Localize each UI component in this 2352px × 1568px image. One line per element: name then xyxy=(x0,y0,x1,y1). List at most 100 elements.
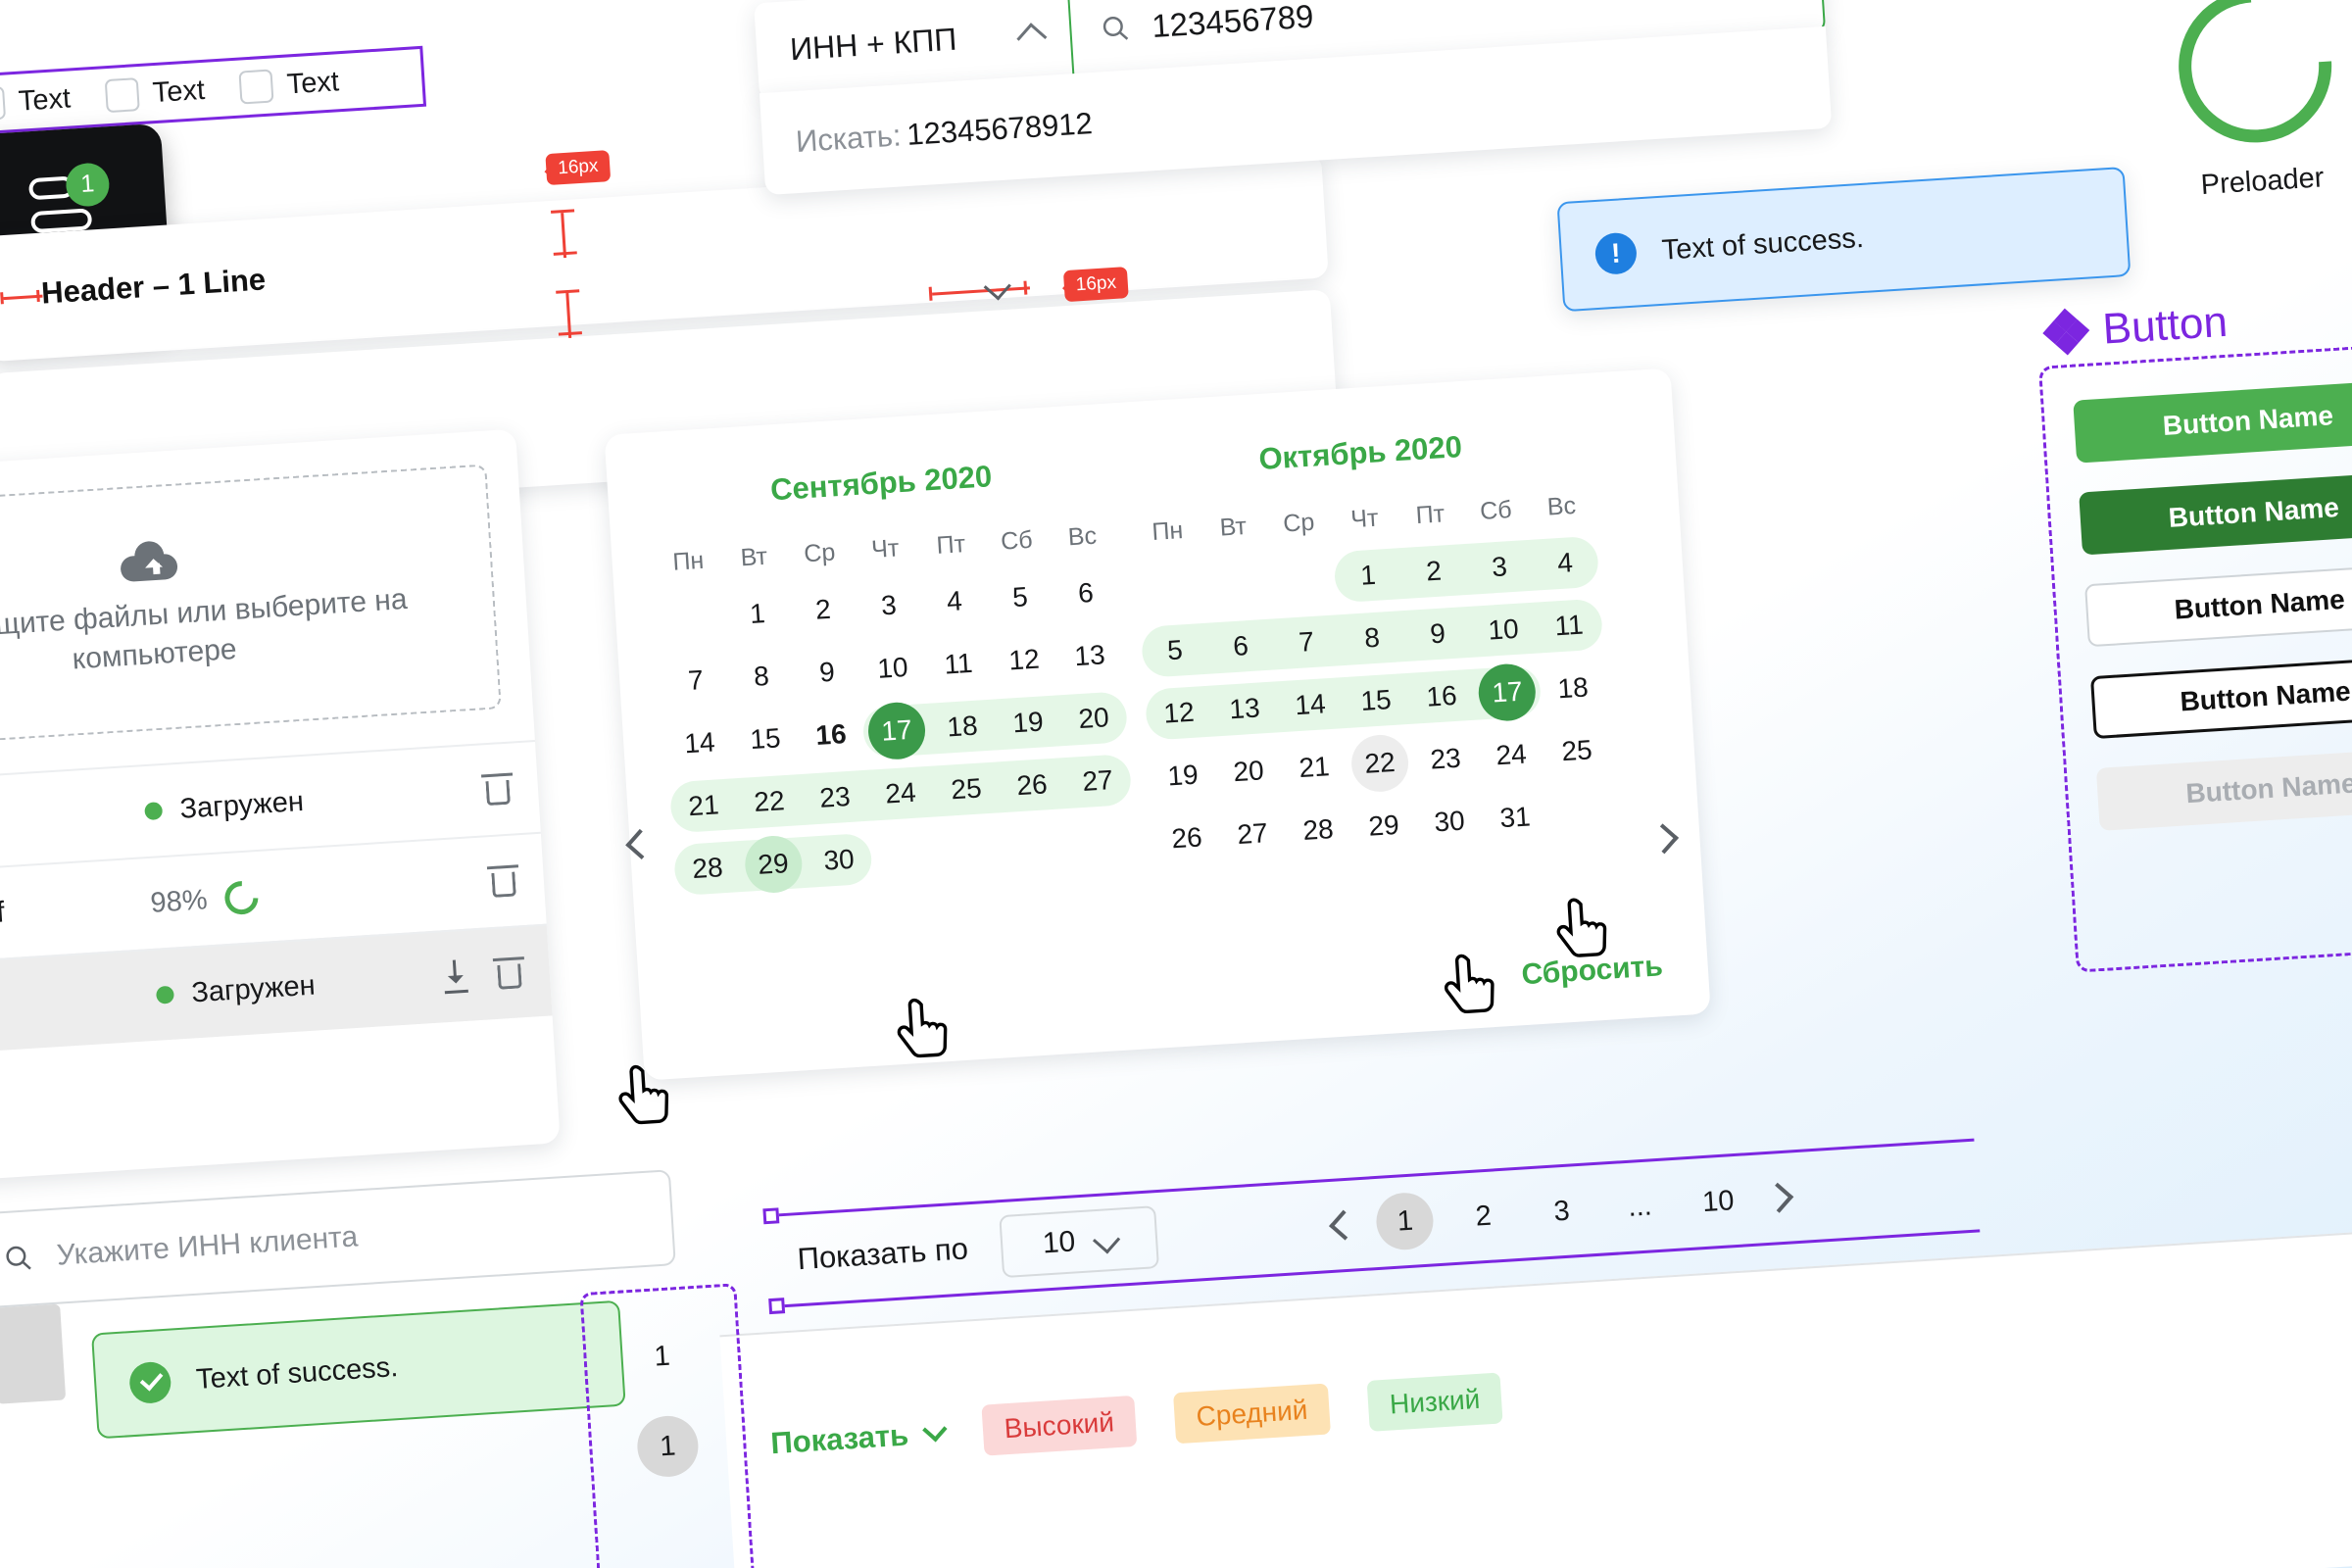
calendar-day-selected[interactable]: 17 xyxy=(862,701,932,761)
calendar-day[interactable]: 29 xyxy=(1349,796,1419,857)
calendar-day[interactable]: 6 xyxy=(1052,563,1121,623)
file-name: файла 3.pdf xyxy=(0,795,146,849)
calendar-day[interactable]: 18 xyxy=(928,697,998,758)
calendar-day[interactable]: 27 xyxy=(1218,804,1288,864)
calendar-day[interactable]: 21 xyxy=(669,775,739,836)
calendar-day[interactable]: 25 xyxy=(932,759,1002,819)
calendar-day-selected[interactable]: 17 xyxy=(1473,662,1543,723)
calendar-day[interactable]: 2 xyxy=(789,579,858,640)
calendar-day[interactable]: 30 xyxy=(805,830,874,891)
calendar-day[interactable]: 20 xyxy=(1214,741,1284,802)
pagination-item[interactable]: 1 xyxy=(630,1324,695,1389)
calendar-day[interactable]: 3 xyxy=(1465,537,1535,598)
per-page-select[interactable]: 10 xyxy=(999,1205,1160,1279)
calendar-day[interactable]: 1 xyxy=(1334,545,1403,606)
trash-icon[interactable] xyxy=(481,772,514,807)
calendar-day[interactable]: 27 xyxy=(1063,751,1133,811)
calendar-day[interactable]: 31 xyxy=(1481,787,1550,848)
download-icon[interactable] xyxy=(441,959,470,995)
tertiary-button[interactable]: Button Name xyxy=(2089,654,2352,740)
calendar-day[interactable]: 19 xyxy=(1149,745,1218,806)
chevron-right-icon[interactable] xyxy=(1763,1182,1794,1213)
calendar-day[interactable]: 5 xyxy=(986,567,1055,628)
calendar-day-hovered[interactable]: 29 xyxy=(739,834,808,895)
calendar-day[interactable]: 14 xyxy=(1276,674,1346,735)
calendar-day[interactable]: 1 xyxy=(723,583,793,644)
calendar-day[interactable]: 24 xyxy=(866,763,936,824)
calendar-day[interactable]: 12 xyxy=(1145,683,1214,744)
calendar-day[interactable]: 18 xyxy=(1539,658,1608,718)
calendar-day[interactable]: 4 xyxy=(920,571,990,632)
calendar-day[interactable]: 15 xyxy=(1342,670,1411,731)
buttons-panel: Button Name Button Name Button Name Butt… xyxy=(2037,340,2352,973)
calendar-day[interactable]: 4 xyxy=(1531,533,1600,594)
calendar-day[interactable]: 24 xyxy=(1477,724,1546,785)
calendar-day[interactable]: 23 xyxy=(801,767,870,828)
calendar-day[interactable]: 15 xyxy=(731,709,801,769)
info-alert-text: Text of success. xyxy=(1660,221,1865,267)
selection-handle-top-left[interactable] xyxy=(762,1207,780,1225)
checkbox-item-2[interactable]: Text xyxy=(104,74,206,114)
show-filter-button[interactable]: Показать xyxy=(769,1415,948,1461)
calendar-day[interactable]: 25 xyxy=(1543,720,1612,781)
calendar-day[interactable]: 22 xyxy=(735,771,805,832)
page-number[interactable]: 3 xyxy=(1532,1181,1592,1242)
chevron-down-icon[interactable] xyxy=(1093,1226,1121,1254)
calendar-day[interactable]: 8 xyxy=(727,646,797,707)
calendar-day[interactable]: 8 xyxy=(1338,608,1407,668)
selection-handle-bottom-left[interactable] xyxy=(768,1298,786,1315)
calendar-day[interactable]: 23 xyxy=(1411,729,1481,790)
chevron-left-icon[interactable] xyxy=(1329,1209,1360,1241)
file-status: 98% xyxy=(150,865,492,922)
calendar-day[interactable]: 13 xyxy=(1055,625,1125,686)
inn-search-input[interactable]: Укажите ИНН клиента xyxy=(0,1169,676,1310)
checkbox-icon[interactable] xyxy=(238,69,274,105)
calendar-day[interactable]: 26 xyxy=(1152,808,1222,868)
calendar-day[interactable]: 20 xyxy=(1059,688,1129,749)
chevron-left-icon[interactable] xyxy=(625,828,657,859)
secondary-button[interactable]: Button Name xyxy=(2084,563,2352,648)
calendar-day[interactable]: 10 xyxy=(1469,600,1539,661)
checkbox-item-3[interactable]: Text xyxy=(238,65,340,105)
calendar-day[interactable]: 5 xyxy=(1141,620,1210,681)
primary-button[interactable]: Button Name xyxy=(2073,378,2352,464)
calendar-day[interactable]: 14 xyxy=(665,712,735,773)
trash-icon[interactable] xyxy=(486,864,519,898)
page-number[interactable]: 2 xyxy=(1453,1186,1514,1247)
checkbox-item-1[interactable]: Text xyxy=(0,81,72,122)
checkbox-icon[interactable] xyxy=(0,85,7,122)
trash-icon[interactable] xyxy=(492,956,524,990)
calendar-day[interactable]: 9 xyxy=(1403,604,1473,664)
calendar-day[interactable]: 16 xyxy=(1407,666,1477,727)
checkbox-icon[interactable] xyxy=(104,77,140,114)
chevron-right-icon[interactable] xyxy=(1647,823,1680,855)
calendar-day[interactable]: 2 xyxy=(1399,541,1469,602)
calendar-day[interactable]: 6 xyxy=(1206,616,1276,677)
calendar-day[interactable]: 7 xyxy=(1272,612,1342,672)
calendar-day[interactable]: 11 xyxy=(1535,595,1604,656)
calendar-reset-button[interactable]: Сбросить xyxy=(1521,950,1664,992)
chevron-up-icon[interactable] xyxy=(1016,23,1048,54)
calendar-day[interactable]: 28 xyxy=(673,838,743,899)
pagination-item-selected[interactable]: 1 xyxy=(635,1414,701,1479)
calendar-day[interactable]: 9 xyxy=(793,642,862,703)
calendar-day[interactable]: 7 xyxy=(662,651,731,711)
calendar-day[interactable]: 28 xyxy=(1284,800,1353,860)
calendar-day[interactable]: 10 xyxy=(858,638,928,699)
calendar-day[interactable]: 13 xyxy=(1210,678,1280,739)
calendar-day-hovered[interactable]: 22 xyxy=(1346,733,1415,794)
calendar-day[interactable]: 12 xyxy=(990,629,1059,690)
file-dropzone[interactable]: Перетащите файлы или выберите на компьют… xyxy=(0,464,502,753)
page-number-selected[interactable]: 1 xyxy=(1375,1191,1436,1251)
calendar-day[interactable]: 21 xyxy=(1280,737,1349,798)
primary-pressed-button[interactable]: Button Name xyxy=(2079,470,2352,556)
calendar-day-today[interactable]: 16 xyxy=(797,705,866,765)
calendar-day[interactable]: 26 xyxy=(998,755,1067,815)
chevron-down-icon[interactable] xyxy=(922,1417,948,1443)
calendar-day[interactable]: 3 xyxy=(855,575,924,636)
page-number[interactable]: 10 xyxy=(1689,1171,1749,1232)
calendar-day[interactable]: 19 xyxy=(994,692,1063,753)
calendar-day[interactable]: 11 xyxy=(924,634,994,695)
calendar-day[interactable]: 30 xyxy=(1415,792,1485,853)
page-ellipsis: ... xyxy=(1627,1189,1653,1223)
